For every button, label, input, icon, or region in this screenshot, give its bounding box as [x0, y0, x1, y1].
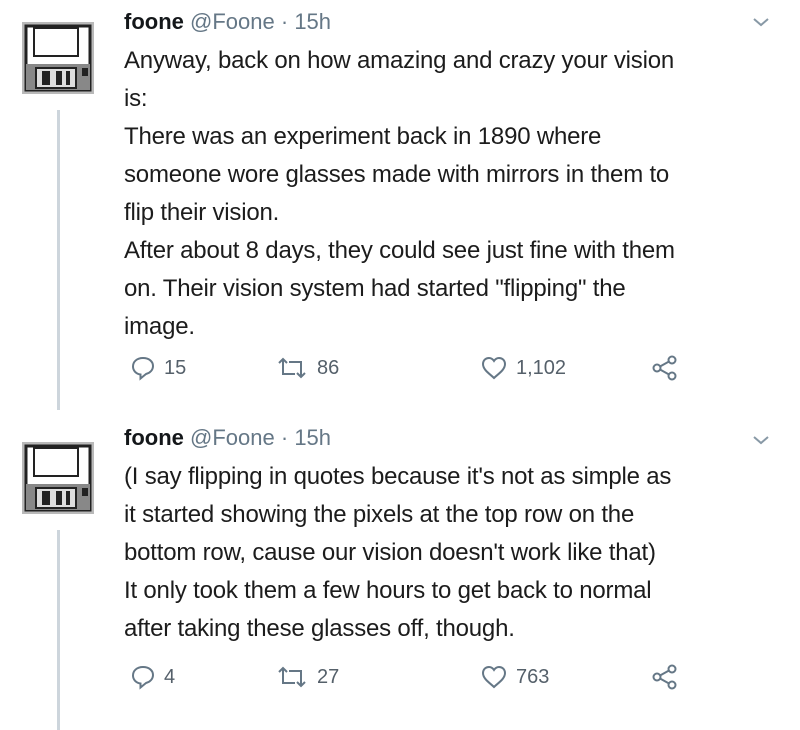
timestamp[interactable]: 15h [294, 425, 331, 450]
retweet-button[interactable]: 86 [275, 355, 339, 381]
display-name[interactable]: foone [124, 9, 184, 34]
like-count: 763 [516, 665, 550, 688]
tweet-text-line: on. Their vision system had started "fli… [124, 275, 626, 302]
reply-icon [131, 665, 155, 690]
tweet-text-line: It only took them a few hours to get bac… [124, 577, 652, 604]
reply-button[interactable]: 4 [130, 664, 175, 690]
retweet-icon [278, 666, 306, 688]
like-count: 1,102 [516, 356, 567, 379]
retweet-count: 27 [317, 665, 340, 688]
chevron-down-icon[interactable] [752, 16, 770, 28]
tweet-text-line: Anyway, back on how amazing and crazy yo… [124, 47, 675, 74]
reply-count: 15 [164, 356, 187, 379]
share-icon [652, 664, 677, 690]
action-bar: 4 27 763 [130, 664, 690, 694]
tweet[interactable]: foone @Foone · 15h Anyway, back on how a… [0, 0, 800, 410]
chevron-down-icon[interactable] [752, 434, 770, 446]
heart-icon [481, 356, 507, 380]
tweet-header: foone @Foone · 15h [124, 8, 782, 36]
tweet-text-line: (I say flipping in quotes because it's n… [124, 463, 672, 490]
retweet-count: 86 [317, 356, 340, 379]
retweet-icon [278, 357, 306, 379]
separator-dot: · [280, 425, 289, 450]
like-button[interactable]: 1,102 [480, 355, 566, 381]
reply-count: 4 [164, 665, 176, 688]
share-button[interactable] [650, 664, 680, 690]
tweet-text-line: is: [124, 85, 148, 112]
thread-line [57, 530, 60, 730]
tweet-text-line: There was an experiment back in 1890 whe… [124, 123, 602, 150]
tweet[interactable]: foone @Foone · 15h (I say flipping in qu… [0, 420, 800, 730]
retweet-button[interactable]: 27 [275, 664, 339, 690]
tweet-text-line: after taking these glasses off, though. [124, 615, 515, 642]
tweet-text: (I say flipping in quotes because it's n… [124, 458, 782, 648]
tweet-text-line: bottom row, cause our vision doesn't wor… [124, 539, 656, 566]
reply-button[interactable]: 15 [130, 355, 186, 381]
display-name[interactable]: foone [124, 425, 184, 450]
heart-icon [481, 665, 507, 689]
timestamp[interactable]: 15h [294, 9, 331, 34]
tweet-text-line: image. [124, 313, 195, 340]
like-button[interactable]: 763 [480, 664, 549, 690]
tweet-text-line: someone wore glasses made with mirrors i… [124, 161, 670, 188]
tweet-header: foone @Foone · 15h [124, 424, 782, 452]
floppy-disk-icon[interactable] [20, 20, 96, 96]
floppy-disk-icon[interactable] [20, 440, 96, 516]
share-icon [652, 355, 677, 381]
separator-dot: · [280, 9, 289, 34]
share-button[interactable] [650, 355, 680, 381]
tweet-text: Anyway, back on how amazing and crazy yo… [124, 42, 782, 346]
user-handle[interactable]: @Foone [190, 425, 275, 450]
reply-icon [131, 356, 155, 381]
tweet-text-line: After about 8 days, they could see just … [124, 237, 675, 264]
thread-line [57, 110, 60, 410]
user-handle[interactable]: @Foone [190, 9, 275, 34]
action-bar: 15 86 1,102 [130, 355, 690, 385]
tweet-text-line: flip their vision. [124, 199, 280, 226]
tweet-text-line: it started showing the pixels at the top… [124, 501, 635, 528]
